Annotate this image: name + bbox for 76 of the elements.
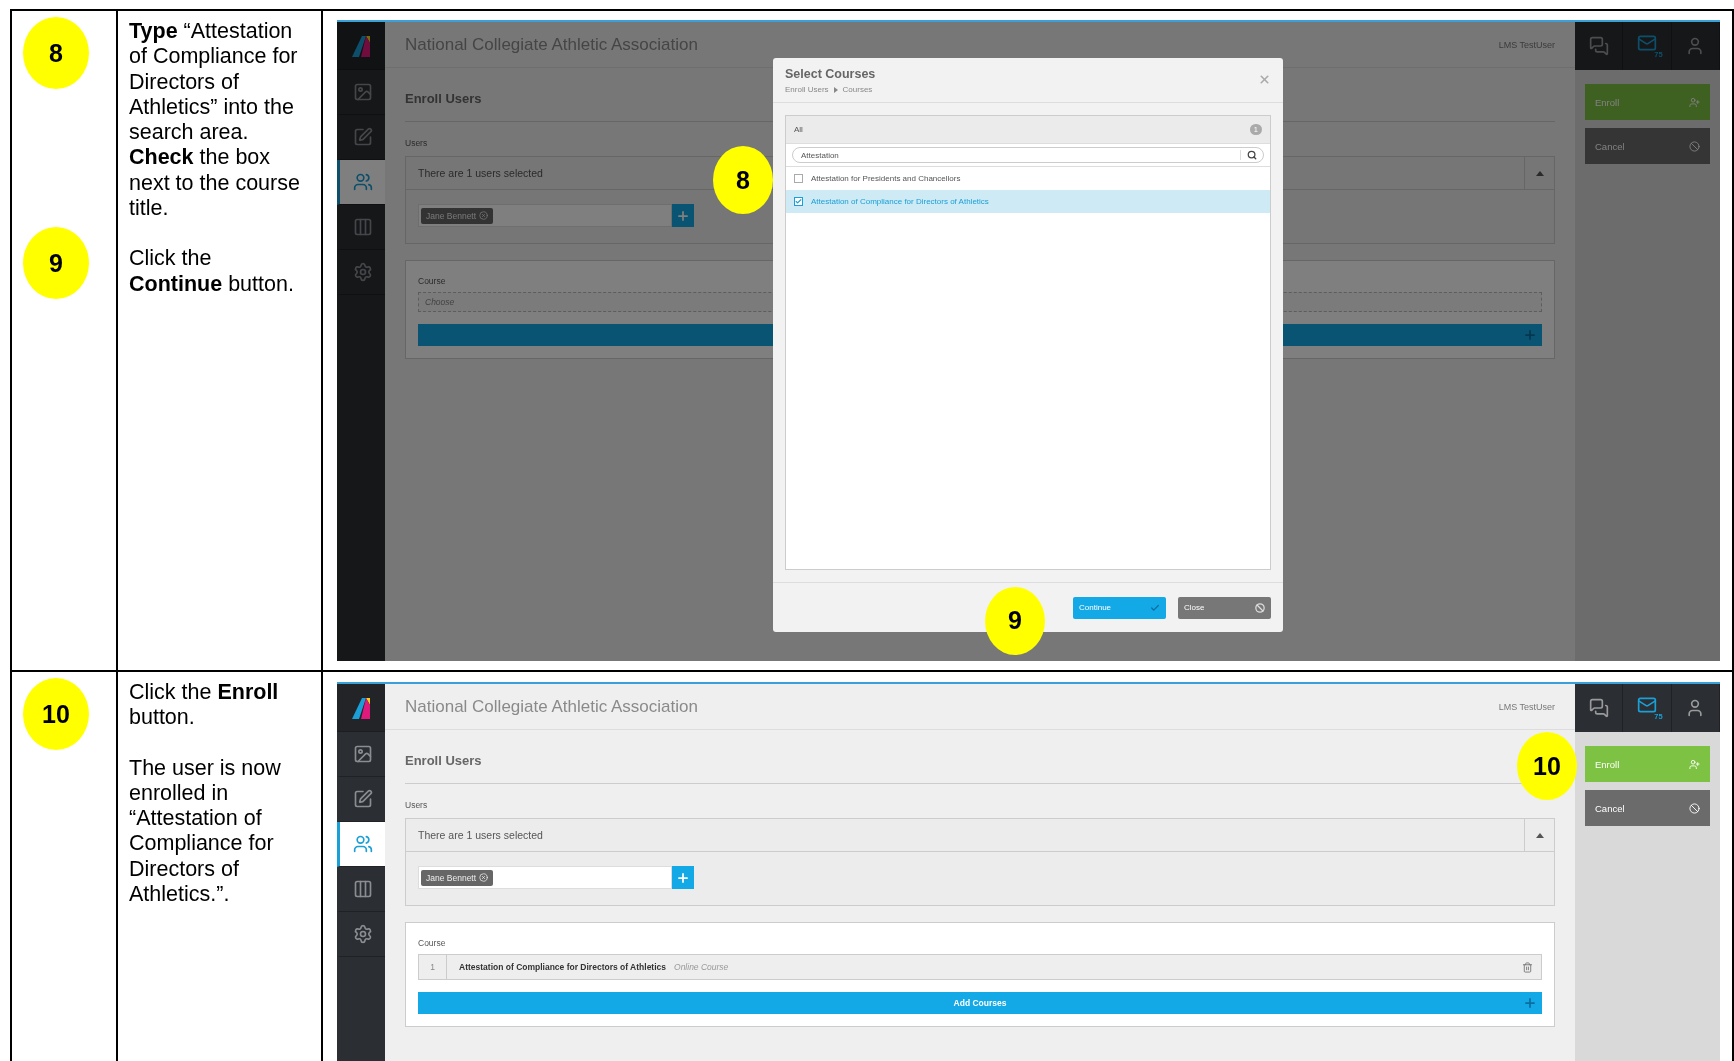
settings-icon <box>352 924 373 944</box>
edit-icon <box>352 789 373 809</box>
app-title: National Collegiate Athletic Association <box>405 696 698 717</box>
enroll-button[interactable]: Enroll <box>1585 746 1710 782</box>
close-button[interactable] <box>1258 73 1271 86</box>
dashboard-icon <box>352 82 373 102</box>
search-icon <box>1247 150 1257 160</box>
columns-icon <box>352 217 373 237</box>
step-number: 9 <box>23 227 89 299</box>
user-name: LMS TestUser <box>1498 701 1555 712</box>
plus-icon <box>1523 328 1537 342</box>
course-title: Attestation of Compliance for Directors of Athletics <box>458 962 666 972</box>
ban-icon <box>1689 802 1700 814</box>
search-field[interactable]: Attestation <box>792 147 1264 163</box>
continue-button[interactable]: Continue <box>1073 596 1166 619</box>
plus-icon <box>676 870 690 885</box>
cancel-button[interactable]: Cancel <box>1585 128 1710 164</box>
checkbox[interactable] <box>794 174 803 183</box>
add-courses-button[interactable]: Add Courses <box>418 992 1542 1014</box>
step-number: 8 <box>23 17 89 89</box>
course-option-title: Attestation for Presidents and Chancellors <box>811 174 961 183</box>
step-callout: 10 <box>1517 732 1577 800</box>
users-summary: There are 1 users selected <box>418 166 543 181</box>
users-icon <box>352 834 373 854</box>
dialog-title: Select Courses <box>785 67 876 81</box>
instruction-text: Click the Enroll button. <box>129 680 280 731</box>
field-label: Users <box>405 800 429 810</box>
course-type: Online Course <box>674 962 730 972</box>
dashboard-icon <box>352 744 373 764</box>
instruction-text: Type “Attestation of Compliance for Directors of Athletics” into the search area. Check the box next to the course title. <box>129 19 301 222</box>
edit-icon <box>352 127 373 147</box>
user-chip[interactable]: Jane Bennett <box>421 869 494 886</box>
enroll-button[interactable]: Enroll <box>1585 84 1710 120</box>
columns-icon <box>352 879 373 899</box>
remove-icon <box>479 211 489 220</box>
check-icon <box>1150 602 1160 613</box>
ban-icon <box>1255 602 1265 613</box>
search-input[interactable]: Attestation <box>793 150 1240 160</box>
caret-icon <box>1535 832 1544 838</box>
caret-icon <box>1535 170 1544 176</box>
cancel-button[interactable]: Cancel <box>1585 790 1710 826</box>
breadcrumb-link[interactable]: Enroll Users <box>785 85 829 94</box>
users-field[interactable]: Jane Bennett <box>418 866 672 889</box>
close-icon <box>1258 73 1271 86</box>
field-label: Course <box>418 938 447 948</box>
add-user-button[interactable] <box>672 866 694 889</box>
mail-icon <box>1637 33 1657 53</box>
users-summary: There are 1 users selected <box>418 828 543 843</box>
settings-icon <box>352 262 373 282</box>
field-label: Course <box>418 276 447 286</box>
plus-icon <box>676 208 690 223</box>
checkbox[interactable] <box>794 197 803 206</box>
filter-label: All <box>794 125 803 134</box>
plus-icon <box>1523 996 1537 1010</box>
field-label: Users <box>405 138 429 148</box>
user-plus-icon <box>1689 96 1700 108</box>
course-option[interactable]: Attestation of Compliance for Directors of Athletics <box>786 190 1270 213</box>
remove-icon <box>479 873 489 882</box>
chat-icon <box>1588 698 1609 718</box>
row-number: 1 <box>419 955 447 979</box>
users-icon <box>352 172 373 192</box>
trash-icon <box>1522 961 1533 973</box>
instruction-text: Click the Continue button. <box>129 246 295 297</box>
chat-icon <box>1588 36 1609 56</box>
close-button[interactable]: Close <box>1178 596 1271 619</box>
mail-icon <box>1637 695 1657 715</box>
sidebar-item[interactable] <box>337 822 385 867</box>
user-plus-icon <box>1689 758 1700 770</box>
ban-icon <box>1689 140 1700 152</box>
course-option-title: Attestation of Compliance for Directors of Athletics <box>811 197 989 206</box>
step-number: 10 <box>23 678 89 750</box>
breadcrumb-link[interactable]: Courses <box>842 85 873 94</box>
add-user-button[interactable] <box>672 204 694 227</box>
arrow-icon <box>833 86 838 93</box>
step-callout: 9 <box>985 586 1045 655</box>
instruction-text: The user is now enrolled in “Attestation of Compliance for Directors of Athletics.”. <box>129 755 282 908</box>
